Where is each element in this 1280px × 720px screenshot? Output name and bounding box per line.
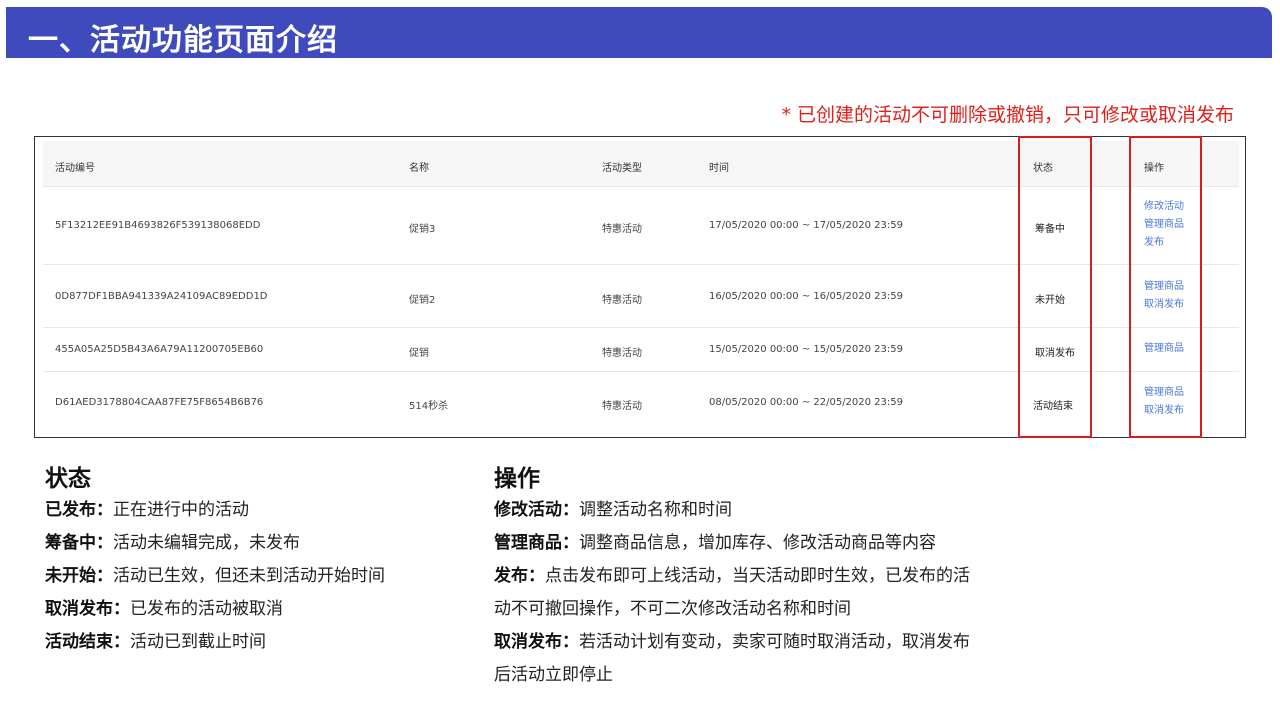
cell-type: 特惠活动 xyxy=(602,348,642,359)
cell-type: 特惠活动 xyxy=(602,224,642,235)
cell-id: 5F13212EE91B4693826F539138068EDD xyxy=(55,220,261,231)
status-item-published: 已发布：正在进行中的活动 xyxy=(45,500,249,520)
cell-time: 17/05/2020 00:00 ~ 17/05/2020 23:59 xyxy=(709,220,904,231)
col-header-type: 活动类型 xyxy=(602,163,642,174)
cell-type: 特惠活动 xyxy=(602,295,642,306)
cell-id: D61AED3178804CAA87FE75F8654B6B76 xyxy=(55,397,264,408)
cell-name: 514秒杀 xyxy=(409,401,449,412)
cell-id: 0D877DF1BBA941339A24109AC89EDD1D xyxy=(55,291,268,302)
op-item-cancel: 取消发布：若活动计划有变动，卖家可随时取消活动，取消发布 xyxy=(494,632,970,652)
cell-id: 455A05A25D5B43A6A79A11200705EB60 xyxy=(55,344,264,355)
status-column-highlight xyxy=(1018,136,1092,438)
cell-name: 促销3 xyxy=(409,224,436,235)
op-item-manage: 管理商品：调整商品信息，增加库存、修改活动商品等内容 xyxy=(494,533,936,553)
cell-name: 促销2 xyxy=(409,295,436,306)
actions-column-highlight xyxy=(1129,136,1202,438)
status-item-not-started: 未开始：活动已生效，但还未到活动开始时间 xyxy=(45,566,385,586)
col-header-name: 名称 xyxy=(409,163,429,174)
op-item-publish: 发布：点击发布即可上线活动，当天活动即时生效，已发布的活 xyxy=(494,566,970,586)
op-item-edit: 修改活动：调整活动名称和时间 xyxy=(494,500,732,520)
op-item-cancel-cont: 后活动立即停止 xyxy=(494,665,613,685)
cell-name: 促销 xyxy=(409,348,429,359)
cell-time: 16/05/2020 00:00 ~ 16/05/2020 23:59 xyxy=(709,291,904,302)
status-item-ended: 活动结束：活动已到截止时间 xyxy=(45,632,266,652)
col-header-time: 时间 xyxy=(709,163,729,174)
cell-type: 特惠活动 xyxy=(602,401,642,412)
title-bar: 一、活动功能页面介绍 xyxy=(6,7,1272,58)
page-title: 一、活动功能页面介绍 xyxy=(28,23,338,58)
cell-time: 15/05/2020 00:00 ~ 15/05/2020 23:59 xyxy=(709,344,904,355)
warning-note: * 已创建的活动不可删除或撤销，只可修改或取消发布 xyxy=(781,104,1234,126)
status-item-preparing: 筹备中：活动未编辑完成，未发布 xyxy=(45,533,300,553)
cell-time: 08/05/2020 00:00 ~ 22/05/2020 23:59 xyxy=(709,397,904,408)
ops-section-title: 操作 xyxy=(494,466,540,492)
col-header-id: 活动编号 xyxy=(55,163,95,174)
ops-descriptions: 修改活动：调整活动名称和时间 管理商品：调整商品信息，增加库存、修改活动商品等内… xyxy=(494,494,1094,692)
op-item-publish-cont: 动不可撤回操作，不可二次修改活动名称和时间 xyxy=(494,599,851,619)
status-section-title: 状态 xyxy=(45,466,91,492)
status-descriptions: 已发布：正在进行中的活动 筹备中：活动未编辑完成，未发布 未开始：活动已生效，但… xyxy=(45,494,385,659)
status-item-cancelled: 取消发布：已发布的活动被取消 xyxy=(45,599,283,619)
